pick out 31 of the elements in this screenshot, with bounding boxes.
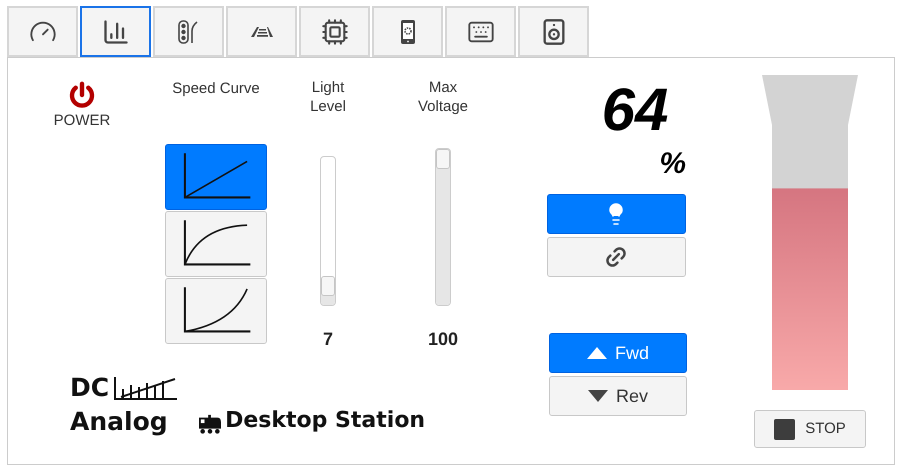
power-icon[interactable] (67, 80, 97, 110)
chip-icon (320, 18, 348, 46)
speed-curve-option[interactable] (165, 278, 267, 344)
speed-curve-option[interactable] (165, 211, 267, 277)
locomotive-icon (197, 413, 224, 435)
speed-steps-icon (113, 375, 180, 401)
logo-text: DC (70, 372, 110, 404)
power-label: POWER (54, 111, 110, 131)
down-triangle-icon (588, 390, 608, 402)
slider-label: Max Voltage (416, 78, 470, 117)
toolbar-tab[interactable] (80, 6, 151, 57)
brand-name: Desktop Station (225, 407, 426, 435)
vertical-slider[interactable] (435, 148, 451, 306)
link-button[interactable] (546, 237, 686, 277)
direction-button[interactable]: Fwd (549, 333, 687, 373)
slider-thumb[interactable] (321, 276, 335, 296)
slider-value: 7 (322, 328, 333, 351)
vertical-slider[interactable] (320, 156, 336, 306)
light-button[interactable] (546, 194, 686, 234)
speed-value: 64 (602, 78, 668, 142)
up-triangle-icon (586, 347, 607, 359)
bar-chart-icon (102, 18, 130, 46)
stop-button[interactable]: STOP (754, 410, 866, 448)
slider-thumb[interactable] (436, 149, 450, 169)
slider-label: Light Level (309, 78, 347, 117)
speed-curve-label: Speed Curve (172, 79, 260, 98)
logo-text: Analog (70, 406, 169, 438)
stop-icon (774, 418, 796, 440)
speed-unit: % (659, 146, 686, 182)
slider-value: 100 (428, 328, 458, 351)
direction-button[interactable]: Rev (549, 376, 687, 416)
